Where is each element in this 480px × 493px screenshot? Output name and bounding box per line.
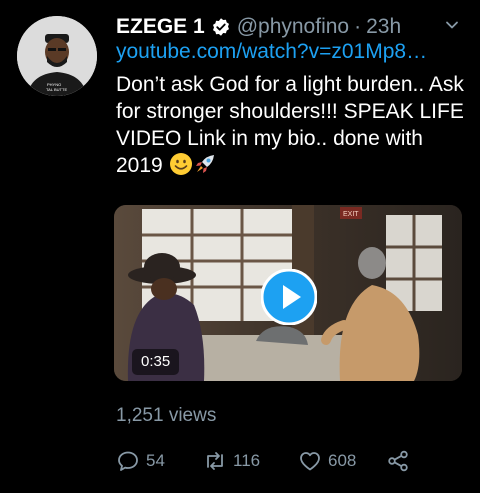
avatar[interactable]: PHYNO TAL BUTTE xyxy=(17,16,97,96)
like-count: 608 xyxy=(328,451,357,470)
retweet-count: 116 xyxy=(233,451,261,470)
retweet-icon xyxy=(207,452,223,470)
retweet-button[interactable]: 116 xyxy=(203,449,260,473)
reply-count: 54 xyxy=(146,451,165,470)
like-button[interactable]: 608 xyxy=(298,449,356,473)
view-count: 1,251 views xyxy=(116,405,217,426)
rocket-emoji xyxy=(195,155,214,173)
share-button[interactable] xyxy=(386,449,410,473)
tweet-actions: 54 116 608 xyxy=(116,449,416,475)
avatar-image: PHYNO TAL BUTTE xyxy=(17,16,97,96)
tweet-link[interactable]: youtube.com/watch?v=z01Mp8… xyxy=(116,40,476,64)
exit-sign: EXIT xyxy=(343,211,359,218)
handle[interactable]: @phynofino xyxy=(237,15,349,39)
smiling-face-emoji xyxy=(169,153,192,175)
reply-button[interactable]: 54 xyxy=(116,449,165,473)
avatar-subtext: TAL BUTTE xyxy=(46,87,67,92)
like-icon xyxy=(300,452,320,471)
separator-dot: · xyxy=(354,15,362,38)
display-name[interactable]: EZEGE 1 xyxy=(116,15,205,39)
timestamp[interactable]: 23h xyxy=(366,15,401,39)
share-icon xyxy=(388,450,408,472)
video-duration: 0:35 xyxy=(132,349,180,375)
reply-icon xyxy=(118,451,138,471)
chevron-down-icon[interactable] xyxy=(444,17,460,33)
tweet-text: Don’t ask God for a light burden.. Ask f… xyxy=(116,71,471,179)
verified-badge-icon xyxy=(212,18,229,36)
play-icon[interactable] xyxy=(261,269,317,325)
tweet-header: EZEGE 1 @phynofino · 23h xyxy=(116,12,460,42)
video-player[interactable]: EXIT 0:35 xyxy=(114,205,462,381)
